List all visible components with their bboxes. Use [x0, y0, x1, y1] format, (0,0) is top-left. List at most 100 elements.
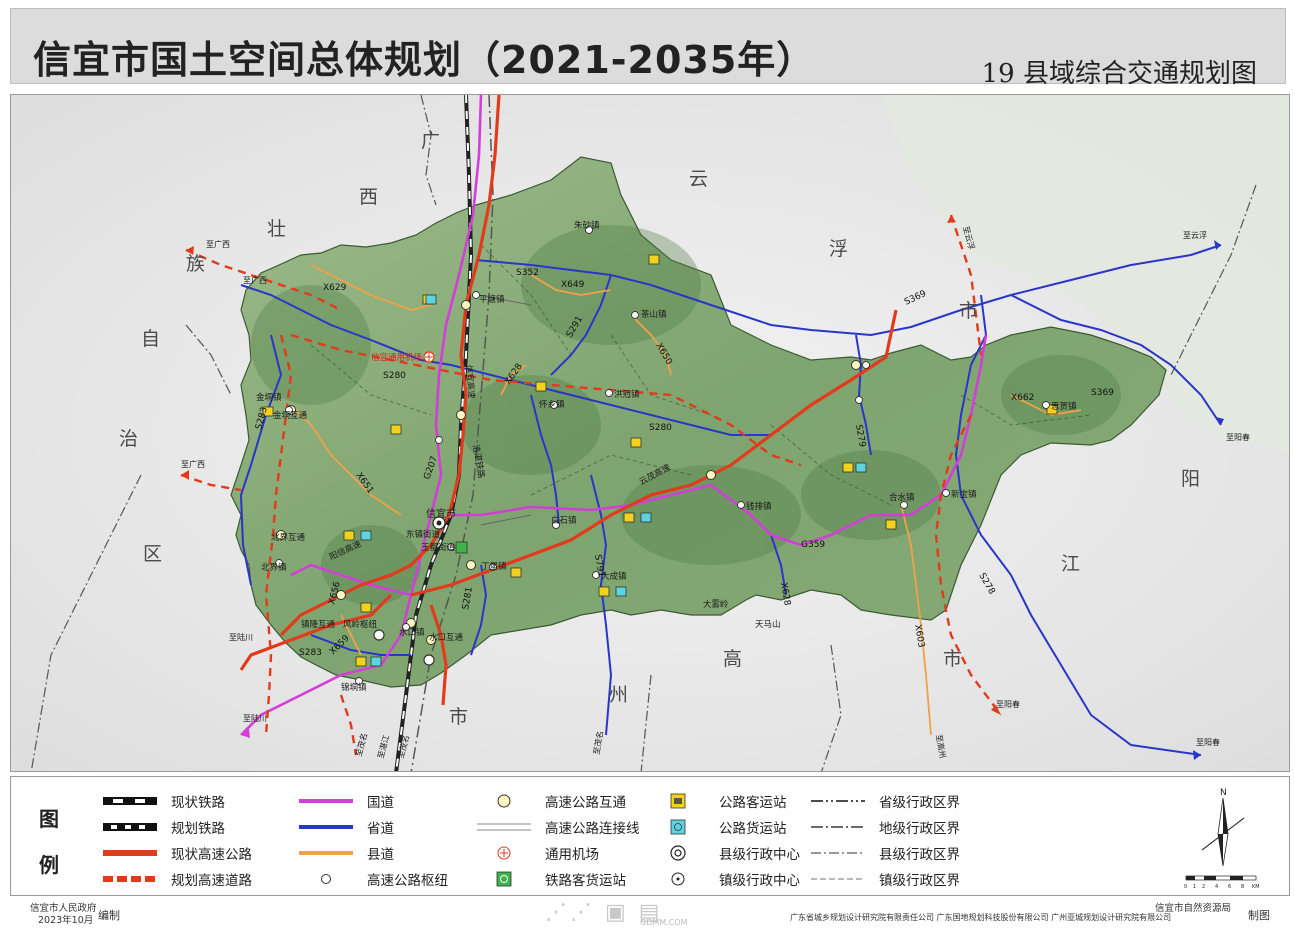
legend-item-hub: 高速公路枢纽	[299, 868, 448, 890]
connector-symbol	[477, 818, 531, 836]
region-fu: 浮	[829, 238, 848, 260]
legend-item-town-border: 镇级行政区界	[811, 868, 960, 890]
legend-heading-li: 例	[39, 853, 59, 877]
legend-item-prov-border: 省级行政区界	[811, 790, 960, 812]
legend-item-hw-planned: 规划高速道路	[103, 868, 252, 890]
legend-label-national: 国道	[367, 795, 394, 811]
compass-rose-icon	[1201, 797, 1245, 867]
legend-label-rail-planned: 规划铁路	[171, 821, 225, 837]
footer-left-action: 编制	[98, 909, 120, 922]
label-to-yangchun-2: 至阳春	[1196, 737, 1220, 747]
legend-label-rail-station: 铁路客货运站	[545, 873, 626, 889]
region-zhuang: 壮	[267, 218, 286, 240]
label-to-luchuan-2: 至陆川	[229, 632, 253, 642]
national-road-symbol	[299, 792, 353, 810]
region-guang: 广	[421, 130, 440, 152]
legend-label-prov-border: 省级行政区界	[879, 795, 960, 811]
region-yang: 阳	[1181, 468, 1200, 490]
map-canvas[interactable]: 广 西 壮 族 自 治 区 云 浮 市 阳 江 市 高 州 市 信宜市 东镇街道…	[11, 95, 1290, 772]
label-yudu: 玉都街道	[421, 542, 456, 553]
label-huaiying: 怀乡镇	[539, 399, 565, 410]
label-s352: S352	[516, 268, 539, 278]
label-tianma: 天马山	[755, 619, 781, 630]
legend-label-provincial: 省道	[367, 821, 394, 837]
label-dingbao: 丁堡镇	[481, 561, 507, 572]
scale-bar	[1185, 875, 1257, 881]
hub-symbol	[299, 870, 353, 888]
scale-unit: KM	[1252, 884, 1260, 890]
label-x629: X629	[323, 283, 347, 293]
page-title: 信宜市国土空间总体规划（2021-2035年）	[33, 38, 816, 82]
legend-label-airport: 通用机场	[545, 847, 599, 863]
label-dongzhen: 东镇街道	[406, 529, 441, 540]
rail-planned-symbol	[103, 818, 157, 836]
legend-item-national: 国道	[299, 790, 394, 812]
label-s283b: S283	[299, 648, 322, 658]
legend-label-hw-planned: 规划高速道路	[171, 873, 252, 889]
legend-label-connector: 高速公路连接线	[545, 821, 640, 837]
legend-label-freight-station: 公路货运站	[719, 821, 787, 837]
legend-label-rail-existing: 现状铁路	[171, 795, 225, 811]
legend-item-pref-border: 地级行政区界	[811, 816, 960, 838]
legend-label-hw-existing: 现状高速公路	[171, 847, 252, 863]
county-center-icon	[651, 844, 705, 862]
scale-tick-2: 2	[1202, 884, 1205, 890]
hw-planned-symbol	[103, 870, 157, 888]
airport-icon[interactable]	[423, 351, 435, 363]
label-jinxiang-ic: 金垌互通	[273, 410, 308, 421]
legend-label-pref-border: 地级行政区界	[879, 821, 960, 837]
scale-ticks: 0 1 2 4 6 8 KM	[1184, 884, 1260, 890]
label-shuikou: 水口镇	[399, 627, 425, 638]
label-qiantou: 钱排镇	[746, 501, 772, 512]
label-xinyi-city: 信宜市	[426, 507, 456, 520]
legend-heading-tu: 图	[39, 807, 59, 831]
label-s280b: S280	[649, 423, 672, 433]
legend-item-airport: 通用机场	[477, 842, 599, 864]
region-yun: 云	[689, 168, 708, 190]
legend-item-bus-station: 公路客运站	[651, 790, 787, 812]
scale-tick-5: 8	[1241, 884, 1244, 890]
footer: 信宜市人民政府 2023年10月 编制 ⋰⋰ ▣ ▤ GDMM.COM 信宜市自…	[0, 898, 1295, 931]
legend-item-interchange: 高速公路互通	[477, 790, 626, 812]
legend-item-county-border: 县级行政区界	[811, 842, 960, 864]
legend-item-hw-existing: 现状高速公路	[103, 842, 252, 864]
rail-station[interactable]	[455, 541, 468, 554]
map-subtitle: 19 县域综合交通规划图	[981, 59, 1257, 89]
scale-tick-1: 1	[1193, 884, 1196, 890]
label-pingtang: 平塘镇	[479, 294, 505, 305]
town-center-icon	[651, 870, 705, 888]
scale-tick-4: 6	[1228, 884, 1231, 890]
region-gaozhou-shi: 市	[449, 706, 468, 728]
legend-item-rail-planned: 规划铁路	[103, 816, 225, 838]
label-to-guangxi-1: 至广西	[206, 239, 230, 249]
region-yunfu-shi: 市	[959, 300, 978, 322]
region-yangjiang-shi: 市	[943, 648, 962, 670]
label-beijie: 北界镇	[261, 562, 287, 573]
label-to-guangxi-3: 至广西	[181, 459, 205, 469]
label-x662: X662	[1011, 393, 1034, 403]
footer-left-date: 2023年10月	[38, 915, 94, 926]
region-zi: 自	[141, 328, 160, 350]
label-xiangli: 锦垌镇	[341, 682, 367, 693]
label-zhenlong-ic: 镇隆互通	[301, 619, 336, 630]
watermark-text: GDMM.COM	[640, 918, 688, 927]
region-zhi: 治	[119, 428, 138, 450]
hw-existing-symbol	[103, 844, 157, 862]
airport-symbol-icon	[477, 844, 531, 862]
legend-label-town-border: 镇级行政区界	[879, 873, 960, 889]
legend-item-rail-existing: 现状铁路	[103, 790, 225, 812]
county-road-symbol	[299, 844, 353, 862]
map-frame[interactable]: 广 西 壮 族 自 治 区 云 浮 市 阳 江 市 高 州 市 信宜市 东镇街道…	[10, 94, 1290, 772]
label-to-yangchun-3: 至阳春	[996, 699, 1020, 709]
legend-label-bus-station: 公路客运站	[719, 795, 787, 811]
label-heshui: 合水镇	[889, 492, 915, 503]
label-chashan: 茶山镇	[641, 309, 667, 320]
region-gao: 高	[723, 648, 742, 670]
scale-tick-3: 4	[1215, 884, 1218, 890]
label-beijie-ic: 北界互通	[271, 532, 306, 543]
legend-label-hub: 高速公路枢纽	[367, 873, 448, 889]
label-g359: G359	[801, 540, 825, 550]
rail-existing-symbol	[103, 792, 157, 810]
legend-item-county-center: 县级行政中心	[651, 842, 800, 864]
label-airport: 信宜通用机场	[371, 352, 422, 363]
